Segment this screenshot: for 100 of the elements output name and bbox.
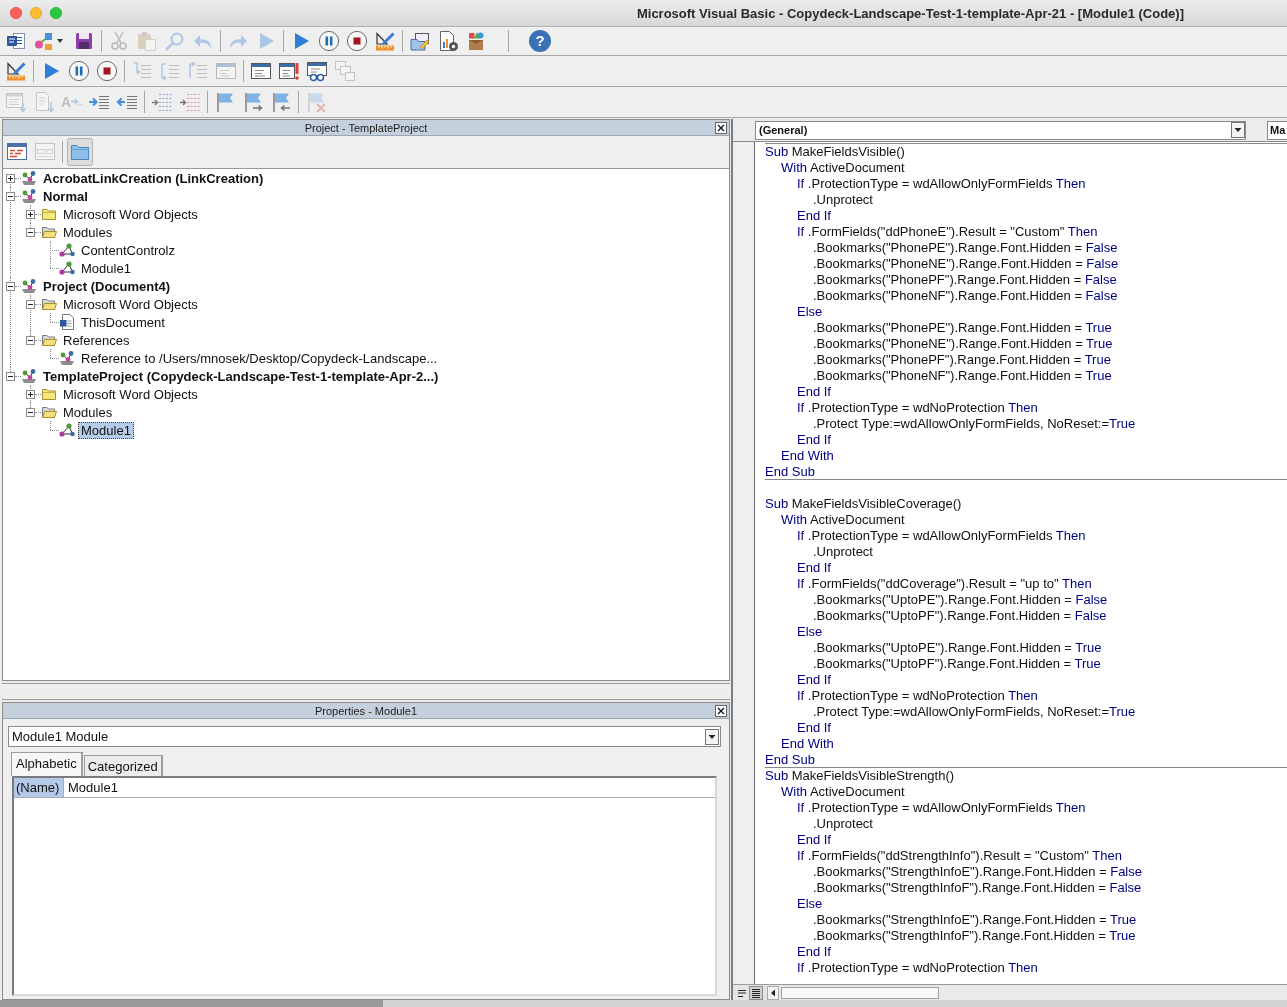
scrollbar-track[interactable]	[0, 1000, 1287, 1007]
document-icon[interactable]	[5, 30, 27, 52]
tree-item[interactable]: Modules	[60, 223, 116, 241]
caret-icon	[705, 728, 719, 745]
tree-toggle-icon[interactable]	[26, 209, 35, 219]
code-line: End If	[797, 384, 831, 399]
pause-icon[interactable]	[318, 30, 340, 52]
code-line: If .FormFields("ddPhoneE").Result = "Custom" Then	[797, 224, 1098, 239]
folder-window-icon[interactable]	[409, 30, 431, 52]
tree-item[interactable]: Modules	[60, 403, 116, 421]
code-line: Sub MakeFieldsVisibleStrength()	[765, 768, 955, 783]
code-line: End With	[781, 448, 834, 463]
folder-icon[interactable]	[67, 138, 93, 166]
code-line: .Protect Type:=wdAllowOnlyFormFields, NoReset:=True	[813, 704, 1136, 719]
tree-item[interactable]: ContentControlz	[78, 241, 178, 259]
tab[interactable]: Alphabetic	[11, 752, 83, 776]
tree-toggle-icon[interactable]	[6, 371, 15, 381]
document-icon	[59, 314, 75, 330]
tree-item[interactable]: AcrobatLinkCreation (LinkCreation)	[40, 169, 267, 187]
tree-item[interactable]: References	[60, 331, 133, 349]
insert-menu-button[interactable]	[33, 30, 63, 52]
nodes-icon	[59, 422, 75, 438]
code-line: End If	[797, 944, 831, 959]
open-folder-icon	[41, 404, 57, 420]
tree-item[interactable]: Normal	[40, 187, 91, 205]
tree-toggle-icon[interactable]	[26, 299, 35, 309]
tree-item[interactable]: Module1	[78, 259, 134, 277]
tree-item[interactable]: Module1	[78, 421, 134, 439]
code-line: End Sub	[765, 752, 815, 767]
tree-item[interactable]: Microsoft Word Objects	[60, 295, 201, 313]
code-line: .Bookmarks("PhoneNF").Range.Font.Hidden = True	[813, 368, 1112, 383]
ruler-pencil-icon[interactable]	[374, 30, 396, 52]
code-line: If .FormFields("ddStrengthInfo").Result = "Custom" Then	[797, 848, 1122, 863]
code-line: If .ProtectionType = wdAllowOnlyFormFields Then	[797, 528, 1086, 543]
arrow-lines-icon[interactable]	[151, 91, 174, 113]
maximize-icon[interactable]	[50, 7, 62, 19]
code-line: End If	[797, 560, 831, 575]
tree-toggle-icon[interactable]	[26, 389, 35, 399]
network-icon	[59, 350, 75, 366]
code-line: .Bookmarks("PhoneNF").Range.Font.Hidden = False	[813, 288, 1118, 303]
code-line: Else	[797, 624, 823, 639]
shapes-icon	[33, 30, 55, 52]
close-icon[interactable]	[715, 704, 727, 717]
help-button[interactable]: ?	[529, 30, 551, 52]
lines-icon[interactable]	[749, 985, 763, 1000]
tree-item[interactable]: Microsoft Word Objects	[60, 385, 201, 403]
scrollbar-thumb[interactable]	[781, 986, 939, 999]
property-name[interactable]: (Name)	[14, 778, 63, 797]
procedure-dropdown[interactable]: Ma	[1267, 120, 1287, 140]
code-line: End If	[797, 720, 831, 735]
code-line: With ActiveDocument	[781, 512, 905, 527]
window-alert-icon[interactable]	[278, 60, 300, 82]
tree-item[interactable]: Reference to /Users/mnosek/Desktop/Copydeck-Landscape...	[78, 349, 441, 367]
code-line: End If	[797, 208, 831, 223]
object-dropdown[interactable]: (General)	[755, 120, 1246, 140]
code-line: .Bookmarks("PhonePF").Range.Font.Hidden = True	[813, 352, 1111, 367]
code-line: If .ProtectionType = wdNoProtection Then	[797, 688, 1038, 703]
code-line: .Bookmarks("StrengthInfoF").Range.Font.Hidden = False	[813, 880, 1142, 895]
code-line: .Unprotect	[813, 816, 873, 831]
tree-item[interactable]: TemplateProject (Copydeck-Landscape-Test-1-template-Apr-2...)	[40, 367, 442, 385]
code-line: Else	[797, 304, 823, 319]
flag-arrow-icon[interactable]	[270, 91, 293, 113]
tree-item[interactable]: ThisDocument	[78, 313, 168, 331]
flag-arrow-icon[interactable]	[242, 91, 265, 113]
arrow-lines-icon[interactable]	[179, 91, 202, 113]
code-line: If .ProtectionType = wdNoProtection Then	[797, 400, 1038, 415]
code-line: .Bookmarks("PhonePF").Range.Font.Hidden = False	[813, 272, 1117, 287]
code-line: .Bookmarks("PhonePE").Range.Font.Hidden = False	[813, 240, 1118, 255]
code-line: If .ProtectionType = wdAllowOnlyFormFields Then	[797, 176, 1086, 191]
window-glasses-icon[interactable]	[306, 60, 328, 82]
nodes-icon	[59, 260, 75, 276]
ruler-pencil-icon[interactable]	[5, 60, 27, 82]
tree-item[interactable]: Microsoft Word Objects	[60, 205, 201, 223]
tree-item[interactable]: Project (Document4)	[40, 277, 174, 295]
tree-toggle-icon[interactable]	[6, 191, 15, 201]
close-icon[interactable]	[715, 121, 727, 134]
object-dropdown[interactable]: Module1 Module	[8, 726, 721, 747]
property-value[interactable]: Module1	[63, 778, 715, 797]
tree-toggle-icon[interactable]	[6, 281, 15, 291]
scrollbar-thumb[interactable]	[0, 1000, 383, 1007]
code-line: If .ProtectionType = wdAllowOnlyFormFields Then	[797, 800, 1086, 815]
caret-icon	[1231, 122, 1245, 138]
save-icon[interactable]	[73, 30, 95, 52]
document-gear-icon[interactable]	[437, 30, 459, 52]
tree-toggle-icon[interactable]	[26, 335, 35, 345]
open-folder-icon	[41, 296, 57, 312]
code-line: .Bookmarks("UptoPF").Range.Font.Hidden = True	[813, 656, 1101, 671]
open-folder-icon	[41, 332, 57, 348]
code-line: End If	[797, 672, 831, 687]
tree-toggle-icon[interactable]	[26, 227, 35, 237]
code-line: .Unprotect	[813, 192, 873, 207]
code-line: .Unprotect	[813, 544, 873, 559]
tab[interactable]: Categorized	[83, 755, 163, 776]
stop-icon[interactable]	[346, 30, 368, 52]
pause-icon[interactable]	[68, 60, 90, 82]
tree-toggle-icon[interactable]	[6, 173, 15, 183]
code-line: .Bookmarks("PhonePE").Range.Font.Hidden = True	[813, 320, 1112, 335]
window-icon[interactable]	[250, 60, 272, 82]
tree-toggle-icon[interactable]	[26, 407, 35, 417]
stop-icon[interactable]	[96, 60, 118, 82]
